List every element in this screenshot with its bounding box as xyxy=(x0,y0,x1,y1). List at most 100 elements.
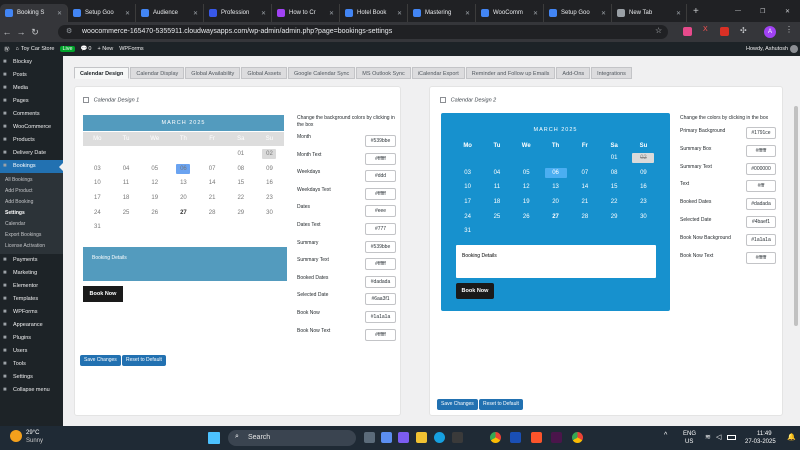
color-value-input[interactable]: #1a1a1a xyxy=(365,311,396,323)
app-icon[interactable] xyxy=(381,432,392,443)
chrome-profile-icon[interactable] xyxy=(572,432,583,443)
forward-icon[interactable]: → xyxy=(14,27,28,37)
design-1-checkbox[interactable] xyxy=(83,97,89,103)
color-value-input[interactable]: #4baef1 xyxy=(746,216,776,228)
tab-ms-outlook-sync[interactable]: MS Outlook Sync xyxy=(356,67,411,79)
wordpress-logo-icon[interactable]: Ⓦ xyxy=(4,45,10,53)
comments-icon[interactable]: 💬 xyxy=(81,46,88,52)
date-cell[interactable]: 15 xyxy=(226,176,255,191)
color-value-input[interactable]: #000000 xyxy=(746,162,776,175)
battery-icon[interactable] xyxy=(727,435,736,440)
color-value-input[interactable]: #539bbe xyxy=(365,240,396,253)
site-info-icon[interactable]: ⚙ xyxy=(66,25,72,39)
save-changes-button[interactable]: Save Changes xyxy=(80,355,121,366)
tab-close-icon[interactable]: ✕ xyxy=(601,10,606,17)
tab-integrations[interactable]: Integrations xyxy=(591,67,632,79)
date-cell[interactable]: 17 xyxy=(83,191,112,206)
tab-reminder-and-follow-up-emails[interactable]: Reminder and Follow up Emails xyxy=(465,67,556,79)
date-cell[interactable]: 13 xyxy=(541,180,570,195)
date-cell[interactable]: 20 xyxy=(541,195,570,210)
date-cell[interactable]: 04 xyxy=(112,162,141,177)
color-value-input[interactable]: #ffffff xyxy=(365,328,396,341)
sidebar-item-payments[interactable]: ■ Payments xyxy=(0,254,63,267)
date-cell[interactable]: 12 xyxy=(512,180,541,195)
color-value-input[interactable]: #ffffff xyxy=(746,251,776,264)
date-cell[interactable]: 23 xyxy=(629,195,658,210)
home-icon[interactable]: ⌂ xyxy=(16,46,19,52)
browser-tab[interactable]: Setup Goo ✕ xyxy=(68,4,136,22)
sidebar-item-appearance[interactable]: ■ Appearance xyxy=(0,319,63,332)
date-cell[interactable]: 27 xyxy=(541,209,570,224)
tab-add-ons[interactable]: Add-Ons xyxy=(556,67,591,79)
date-cell[interactable]: 27 xyxy=(169,205,198,220)
date-cell[interactable]: 28 xyxy=(570,209,599,224)
date-cell[interactable]: 30 xyxy=(629,209,658,224)
sidebar-item-bookings[interactable]: ■ Bookings xyxy=(0,160,63,173)
tab-global-assets[interactable]: Global Assets xyxy=(241,67,287,79)
date-cell[interactable]: 20 xyxy=(169,191,198,206)
task-view-icon[interactable] xyxy=(364,432,375,443)
tab-close-icon[interactable]: ✕ xyxy=(125,10,130,17)
tab-close-icon[interactable]: ✕ xyxy=(533,10,538,17)
lang-code[interactable]: ENG xyxy=(683,431,696,437)
site-name-link[interactable]: Toy Car Store xyxy=(21,46,55,52)
date-cell[interactable]: 06 xyxy=(541,166,570,181)
new-tab-button[interactable]: + xyxy=(693,6,699,17)
date-cell[interactable]: 26 xyxy=(512,209,541,224)
book-now-button[interactable]: Book Now xyxy=(456,283,494,299)
date-cell[interactable]: 10 xyxy=(453,180,482,195)
color-value-input[interactable]: #777 xyxy=(365,223,396,235)
wifi-icon[interactable]: ≋ xyxy=(705,433,711,441)
date-cell[interactable]: 23 xyxy=(255,191,284,206)
date-cell[interactable]: 18 xyxy=(112,191,141,206)
date-cell[interactable]: 12 xyxy=(140,176,169,191)
zoom-icon[interactable] xyxy=(398,432,409,443)
scrollbar-thumb[interactable] xyxy=(794,106,798,326)
date-cell[interactable]: 05 xyxy=(140,162,169,177)
extension-icon[interactable] xyxy=(683,27,692,36)
date-cell[interactable]: 01 xyxy=(226,147,255,162)
browser-menu-icon[interactable]: ⋮ xyxy=(785,25,793,34)
reset-to-default-button[interactable]: Reset to Default xyxy=(479,399,523,410)
date-cell[interactable]: 02 xyxy=(629,151,658,166)
book-now-button[interactable]: Book Now xyxy=(83,286,123,302)
date-cell[interactable]: 02 xyxy=(255,147,284,162)
tab-close-icon[interactable]: ✕ xyxy=(261,10,266,17)
color-value-input[interactable]: #ffffff xyxy=(365,187,396,200)
date-cell[interactable]: 10 xyxy=(83,176,112,191)
sidebar-item-templates[interactable]: ■ Templates xyxy=(0,293,63,306)
color-value-input[interactable]: #dadada xyxy=(746,198,776,211)
sidebar-item-pages[interactable]: ■ Pages xyxy=(0,95,63,108)
extension-x-icon[interactable]: X xyxy=(703,26,708,33)
color-value-input[interactable]: #dadada xyxy=(365,275,396,288)
date-cell[interactable]: 03 xyxy=(83,162,112,177)
date-cell[interactable]: 14 xyxy=(570,180,599,195)
date-cell[interactable]: 31 xyxy=(83,220,112,235)
app-l-icon[interactable] xyxy=(510,432,521,443)
sidebar-item-elementor[interactable]: ■ Elementor xyxy=(0,280,63,293)
date-cell[interactable]: 14 xyxy=(198,176,227,191)
slack-icon[interactable] xyxy=(551,432,562,443)
date-cell[interactable]: 30 xyxy=(255,205,284,220)
reload-icon[interactable]: ↻ xyxy=(28,27,42,38)
user-avatar[interactable] xyxy=(790,45,798,53)
back-icon[interactable]: ← xyxy=(0,27,14,37)
date-cell[interactable]: 19 xyxy=(512,195,541,210)
sidebar-item-plugins[interactable]: ■ Plugins xyxy=(0,332,63,345)
save-changes-button[interactable]: Save Changes xyxy=(437,399,478,410)
date-cell[interactable]: 22 xyxy=(599,195,628,210)
submenu-item[interactable]: Export Bookings xyxy=(0,230,63,241)
tab-close-icon[interactable]: ✕ xyxy=(193,10,198,17)
weather-sun-icon[interactable] xyxy=(10,430,22,442)
sidebar-item-media[interactable]: ■ Media xyxy=(0,82,63,95)
sidebar-item-tools[interactable]: ■ Tools xyxy=(0,358,63,371)
weather-text[interactable]: Sunny xyxy=(26,438,43,444)
tab-global-availability[interactable]: Global Availability xyxy=(185,67,241,79)
tab-close-icon[interactable]: ✕ xyxy=(397,10,402,17)
date-cell[interactable]: 05 xyxy=(512,166,541,181)
comments-count[interactable]: 0 xyxy=(88,46,91,52)
date-cell[interactable]: 24 xyxy=(453,209,482,224)
date-cell[interactable]: 21 xyxy=(570,195,599,210)
browser-tab[interactable]: Audience ✕ xyxy=(136,4,204,22)
url-input[interactable]: ⚙ woocommerce-165470-5355911.cloudwaysap… xyxy=(58,25,668,39)
